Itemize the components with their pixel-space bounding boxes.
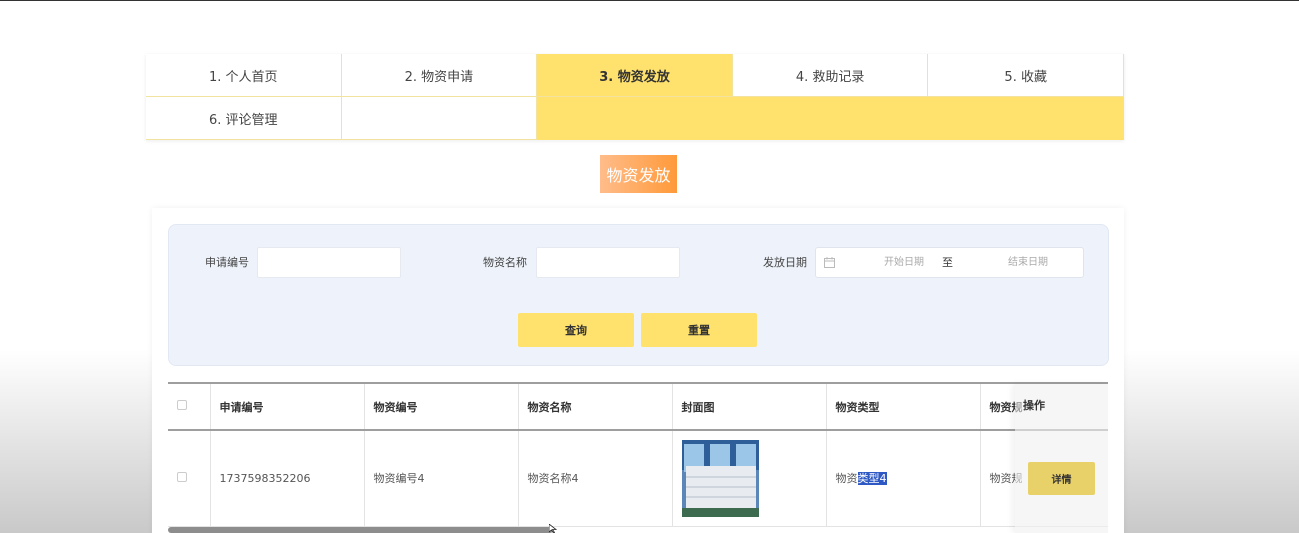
cover-image[interactable] xyxy=(681,439,759,517)
row-select-cell[interactable] xyxy=(168,430,211,527)
header-apply-no: 申请编号 xyxy=(210,384,365,431)
select-all-cell[interactable] xyxy=(168,384,211,431)
mouse-cursor-icon xyxy=(549,524,557,533)
detail-button[interactable]: 详情 xyxy=(1028,462,1095,495)
type-text: 物资 xyxy=(835,472,858,486)
tab-aid-records[interactable]: 4. 救助记录 xyxy=(732,54,929,97)
type-selected-text: 类型4 xyxy=(857,472,887,486)
material-name-label: 物资名称 xyxy=(483,256,527,269)
cell-apply-no: 1737598352206 xyxy=(210,430,365,527)
tab-favorites[interactable]: 5. 收藏 xyxy=(928,54,1124,97)
date-start-input[interactable] xyxy=(864,248,944,277)
apply-no-label: 申请编号 xyxy=(205,256,249,269)
data-table: 申请编号 物资编号 物资名称 封面图 物资类型 物资规 173759835220… xyxy=(168,382,1108,533)
header-material-no: 物资编号 xyxy=(364,384,519,431)
tab-material-distribution[interactable]: 3. 物资发放 xyxy=(537,54,733,97)
date-end-input[interactable] xyxy=(988,248,1068,277)
apply-no-input[interactable] xyxy=(257,247,401,278)
select-all-checkbox[interactable] xyxy=(177,400,187,410)
search-panel xyxy=(168,224,1109,366)
tab-fill-area xyxy=(537,97,1124,140)
material-name-input[interactable] xyxy=(536,247,680,278)
date-range-picker[interactable]: 至 xyxy=(815,247,1084,278)
cell-cover xyxy=(672,430,827,527)
header-material-type: 物资类型 xyxy=(826,384,981,431)
nav-tabs: 1. 个人首页 2. 物资申请 3. 物资发放 4. 救助记录 5. 收藏 6.… xyxy=(146,54,1124,140)
horizontal-scrollbar[interactable] xyxy=(168,527,553,533)
query-button[interactable]: 查询 xyxy=(518,313,634,347)
reset-button[interactable]: 重置 xyxy=(641,313,757,347)
table-header-row: 申请编号 物资编号 物资名称 封面图 物资类型 物资规 xyxy=(168,384,1108,431)
operation-column: 操作 详情 xyxy=(1015,384,1108,533)
tab-material-apply[interactable]: 2. 物资申请 xyxy=(341,54,538,97)
table-row: 1737598352206 物资编号4 物资名称4 物资类型4 物资规 xyxy=(168,430,1108,527)
date-separator: 至 xyxy=(942,256,953,269)
row-checkbox[interactable] xyxy=(177,471,187,482)
cell-material-name: 物资名称4 xyxy=(518,430,673,527)
tab-empty-cell xyxy=(341,97,538,140)
calendar-icon xyxy=(824,257,835,268)
header-operation: 操作 xyxy=(1023,399,1045,412)
header-material-name: 物资名称 xyxy=(518,384,673,431)
header-cover: 封面图 xyxy=(672,384,827,431)
cell-material-no: 物资编号4 xyxy=(364,430,519,527)
date-label: 发放日期 xyxy=(763,256,807,269)
cell-material-type: 物资类型4 xyxy=(826,430,981,527)
tab-comment-management[interactable]: 6. 评论管理 xyxy=(146,97,342,140)
page-title: 物资发放 xyxy=(600,155,677,193)
top-border xyxy=(0,0,1299,1)
tab-personal-home[interactable]: 1. 个人首页 xyxy=(146,54,342,97)
